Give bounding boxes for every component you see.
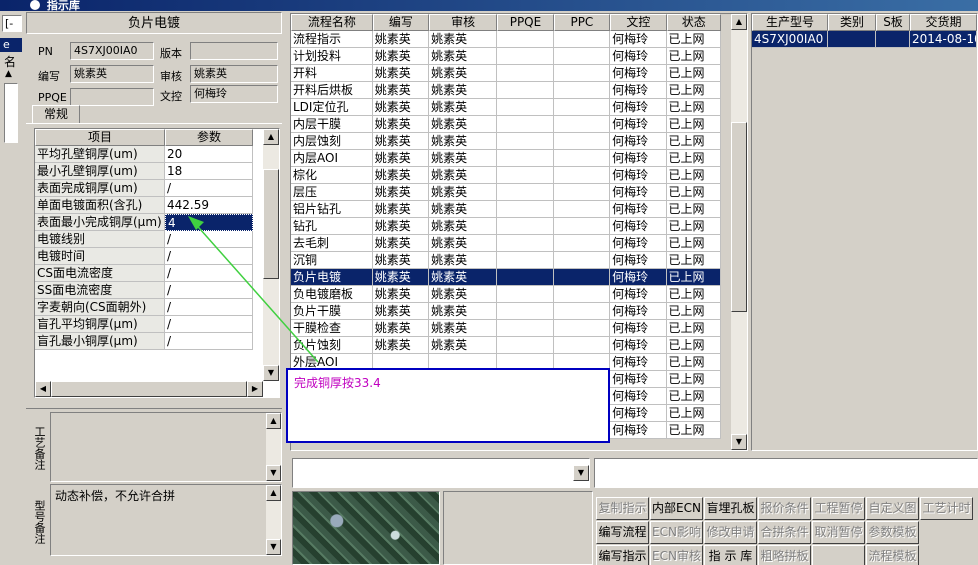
arrow-head-icon <box>188 216 204 230</box>
arrow-line <box>191 219 319 363</box>
annotation-arrow <box>188 216 319 363</box>
annotation-note[interactable]: 完成铜厚按33.4 <box>286 368 610 443</box>
